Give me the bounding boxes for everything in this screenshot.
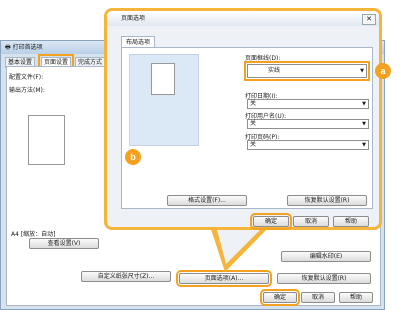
profile-label: 配置文件(F): <box>9 74 44 81</box>
window-title: 打印首选项 <box>12 44 43 51</box>
print-username-value: 关 <box>250 120 257 127</box>
format-settings-button[interactable]: 格式设置(F)... <box>167 195 247 206</box>
page-preview <box>28 115 65 165</box>
cancel-button[interactable]: 取消 <box>301 292 335 303</box>
edit-watermark-button[interactable]: 编辑水印(E) <box>281 251 371 262</box>
chevron-down-icon: ▼ <box>360 68 364 74</box>
print-date-value: 关 <box>250 100 257 107</box>
print-username-select[interactable]: 关 ▼ <box>247 119 369 129</box>
page-size-info: A4 [缩放：自动] <box>11 231 56 238</box>
dialog-title: 页面选项 <box>107 11 379 26</box>
layout-page-preview <box>151 63 175 95</box>
ok-button[interactable]: 确定 <box>250 213 292 230</box>
print-page-number-select[interactable]: 关 ▼ <box>247 140 369 150</box>
view-settings-button[interactable]: 查看设置(V) <box>29 238 99 249</box>
restore-defaults-button[interactable]: 恢复默认设置(R) <box>287 195 367 206</box>
close-icon[interactable]: ✕ <box>362 14 376 25</box>
page-border-value: 实线 <box>268 67 281 74</box>
callout-b: b <box>125 149 141 165</box>
chevron-down-icon: ▼ <box>362 101 366 107</box>
callout-a: a <box>375 63 391 79</box>
page-options-dialog: 页面选项 ✕ 布局选项 b 页面框线(D): 实线 ▼ a 打印日期(I): 关… <box>104 8 391 230</box>
help-button[interactable]: 帮助 <box>339 292 373 303</box>
page-options-button[interactable]: 页面选项(A)... <box>176 270 272 287</box>
output-method-label: 输出方法(M): <box>9 87 45 94</box>
print-date-select[interactable]: 关 ▼ <box>247 99 369 109</box>
custom-paper-size-button[interactable]: 自定义纸张尺寸(Z)... <box>81 271 171 282</box>
chevron-down-icon: ▼ <box>362 142 366 148</box>
cancel-button[interactable]: 取消 <box>293 216 329 227</box>
restore-defaults-button[interactable]: 恢复默认设置(R) <box>277 273 371 284</box>
printer-icon: 🖶 <box>5 44 13 51</box>
page-border-select[interactable]: 实线 ▼ <box>244 61 370 81</box>
page-border-label: 页面框线(D): <box>245 55 281 62</box>
print-page-number-value: 关 <box>250 141 257 148</box>
help-button[interactable]: 帮助 <box>333 216 369 227</box>
chevron-down-icon: ▼ <box>362 121 366 127</box>
ok-button[interactable]: 确定 <box>260 289 300 306</box>
